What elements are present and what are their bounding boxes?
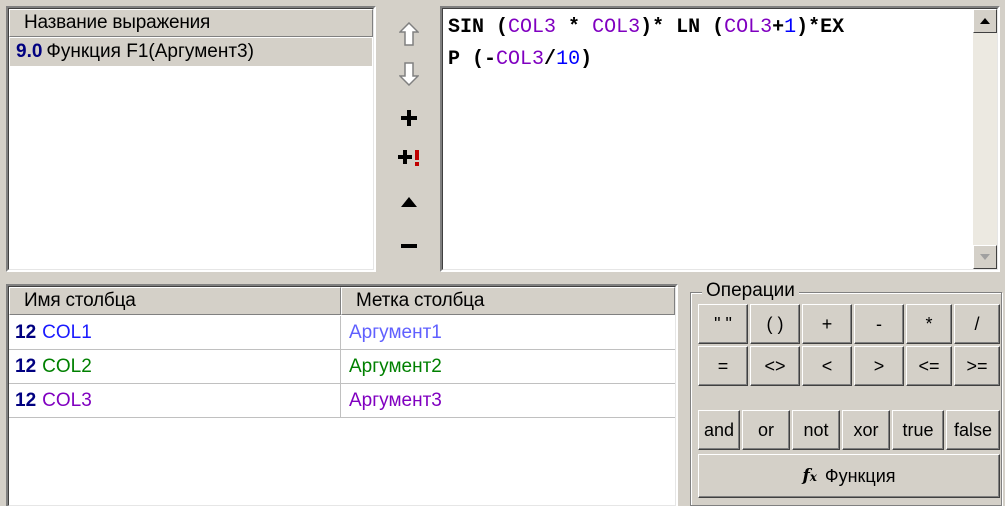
expand-up-button[interactable]	[392, 184, 426, 220]
expression-number: 9.0	[16, 41, 43, 62]
column-row-label[interactable]: Аргумент1	[341, 316, 675, 350]
formula-token: COL3	[496, 48, 545, 71]
formula-token: COL3	[508, 16, 557, 39]
add-copy-button[interactable]	[392, 140, 426, 176]
column-label: Аргумент1	[349, 322, 442, 343]
column-type-code: 12	[15, 322, 37, 343]
column-row-name[interactable]: 12 COL3	[9, 384, 341, 418]
op-less-equal-button[interactable]: <=	[906, 346, 952, 386]
scroll-up-button[interactable]	[973, 9, 997, 33]
expression-name: Функция F1(Аргумент3)	[46, 41, 254, 62]
column-row-label[interactable]: Аргумент3	[341, 384, 675, 418]
column-label-header-label: Метка столбца	[356, 290, 485, 311]
plus-exclamation-icon	[398, 150, 419, 166]
op-not-equal-button[interactable]: <>	[750, 346, 800, 386]
arrow-up-outline-icon	[399, 22, 419, 46]
function-button-label: Функция	[824, 465, 896, 486]
column-name-header[interactable]: Имя столбца	[9, 287, 341, 315]
op-parentheses-button[interactable]: ( )	[750, 304, 800, 344]
formula-token: SIN	[448, 16, 497, 39]
scroll-down-arrow-icon	[980, 254, 990, 260]
op-or-button[interactable]: or	[742, 410, 790, 450]
column-row-label[interactable]: Аргумент2	[341, 350, 675, 384]
formula-token: 10	[556, 48, 581, 71]
formula-token: )*EX	[796, 16, 845, 39]
formula-line-2: P (-COL3/10)	[448, 44, 970, 76]
op-xor-button[interactable]: xor	[842, 410, 890, 450]
expression-row[interactable]: 9.0 Функция F1(Аргумент3)	[10, 38, 372, 66]
op-false-button[interactable]: false	[946, 410, 1000, 450]
formula-line-1: SIN (COL3 * COL3)* LN (COL3+1)*EX	[448, 12, 970, 44]
op-minus-button[interactable]: -	[854, 304, 904, 344]
expressions-header[interactable]: Название выражения	[9, 9, 373, 37]
column-label: Аргумент3	[349, 390, 442, 411]
op-greater-equal-button[interactable]: >=	[954, 346, 1000, 386]
op-equal-button[interactable]: =	[698, 346, 748, 386]
function-button[interactable]: fx Функция	[698, 454, 1000, 498]
move-up-button[interactable]	[392, 16, 426, 52]
plus-icon	[401, 110, 417, 126]
column-label: Аргумент2	[349, 356, 442, 377]
scroll-up-arrow-icon	[980, 18, 990, 24]
minus-icon	[401, 244, 417, 248]
formula-token: LN	[676, 16, 713, 39]
formula-token: /	[544, 48, 557, 71]
formula-token: )	[580, 48, 593, 71]
fx-icon: fx	[802, 466, 817, 486]
column-row-name[interactable]: 12 COL1	[9, 316, 341, 350]
formula-token: (	[496, 16, 509, 39]
op-not-button[interactable]: not	[792, 410, 840, 450]
formula-token: 1	[784, 16, 797, 39]
column-name: COL2	[42, 356, 92, 377]
columns-table[interactable]: Имя столбца Метка столбца 12 COL1 Аргумен…	[6, 284, 678, 506]
formula-scrollbar[interactable]	[973, 9, 997, 269]
formula-text[interactable]: SIN (COL3 * COL3)* LN (COL3+1)*EX P (-COL…	[448, 12, 970, 76]
op-less-button[interactable]: <	[802, 346, 852, 386]
op-divide-button[interactable]: /	[954, 304, 1000, 344]
op-true-button[interactable]: true	[892, 410, 944, 450]
op-plus-button[interactable]: +	[802, 304, 852, 344]
formula-token: *	[556, 16, 593, 39]
triangle-up-icon	[401, 197, 417, 207]
scroll-down-button[interactable]	[973, 245, 997, 269]
move-down-button[interactable]	[392, 56, 426, 92]
op-quotes-button[interactable]: " "	[698, 304, 748, 344]
formula-token: (-	[472, 48, 497, 71]
formula-token: +	[772, 16, 785, 39]
column-type-code: 12	[15, 356, 37, 377]
op-greater-button[interactable]: >	[854, 346, 904, 386]
formula-token: COL3	[724, 16, 773, 39]
remove-expression-button[interactable]	[392, 228, 426, 264]
operations-title: Операции	[702, 280, 799, 302]
formula-token: )*	[640, 16, 677, 39]
op-multiply-button[interactable]: *	[906, 304, 952, 344]
arrow-down-outline-icon	[399, 62, 419, 86]
formula-token: COL3	[592, 16, 641, 39]
column-name-header-label: Имя столбца	[24, 290, 136, 311]
column-name: COL3	[42, 390, 92, 411]
expressions-list[interactable]: Название выражения 9.0 Функция F1(Аргумен…	[6, 6, 376, 272]
column-row-name[interactable]: 12 COL2	[9, 350, 341, 384]
op-and-button[interactable]: and	[698, 410, 740, 450]
expression-toolbar	[384, 6, 434, 272]
formula-editor[interactable]: SIN (COL3 * COL3)* LN (COL3+1)*EX P (-COL…	[440, 6, 1000, 272]
column-label-header[interactable]: Метка столбца	[341, 287, 675, 315]
add-expression-button[interactable]	[392, 100, 426, 136]
formula-token: (	[712, 16, 725, 39]
column-type-code: 12	[15, 390, 37, 411]
expressions-header-label: Название выражения	[24, 12, 211, 33]
column-name: COL1	[42, 322, 92, 343]
formula-token: P	[448, 48, 473, 71]
